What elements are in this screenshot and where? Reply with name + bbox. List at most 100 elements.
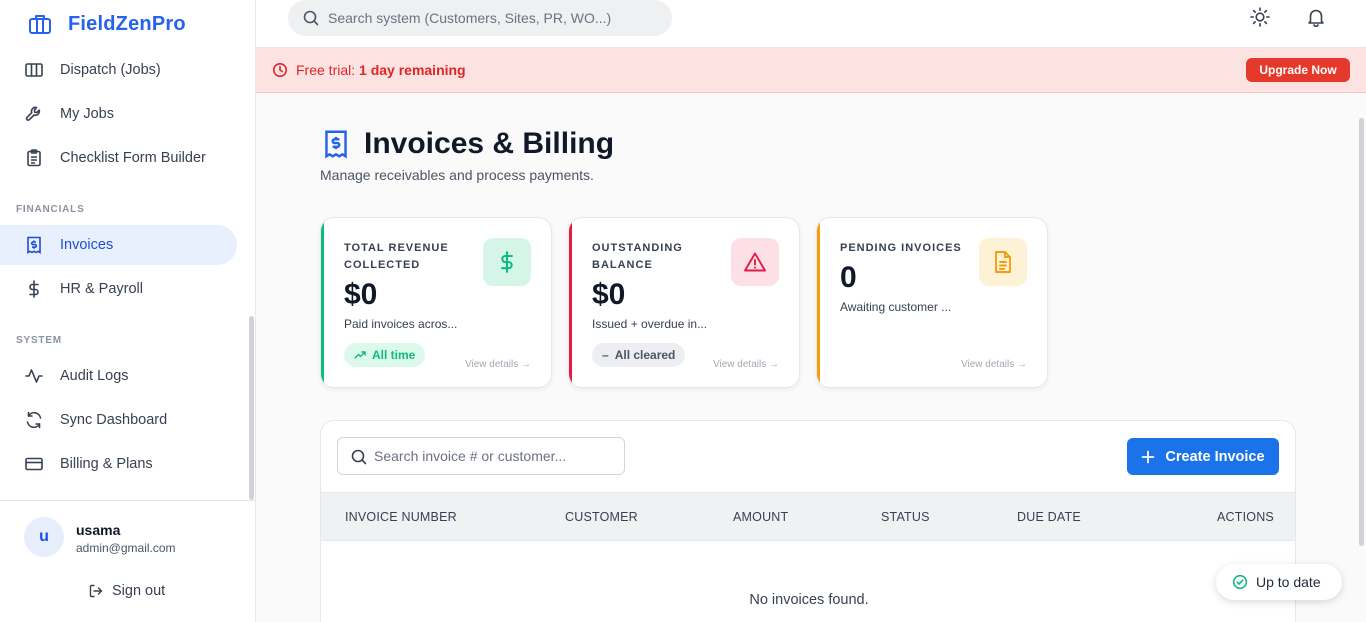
user-email: admin@gmail.com: [76, 541, 176, 555]
receipt-icon: [27, 236, 41, 254]
invoice-search-input[interactable]: Search invoice # or customer...: [337, 437, 625, 475]
sidebar-item-checklist[interactable]: Checklist Form Builder: [0, 138, 237, 178]
card-description: Issued + overdue in...: [592, 317, 708, 331]
credit-card-icon: [25, 457, 43, 471]
clock-icon: [273, 63, 287, 77]
avatar[interactable]: u: [24, 517, 64, 557]
card-label: PENDING INVOICES: [840, 242, 962, 254]
column-header-status[interactable]: STATUS: [881, 510, 930, 524]
section-label-system: SYSTEM: [16, 335, 62, 346]
column-header-amount[interactable]: AMOUNT: [733, 510, 788, 524]
sidebar-item-label: Audit Logs: [60, 368, 129, 384]
column-header-due-date[interactable]: DUE DATE: [1017, 510, 1081, 524]
sidebar-item-audit-logs[interactable]: Audit Logs: [0, 356, 237, 396]
trial-prefix: Free trial:: [296, 62, 360, 78]
sidebar-item-label: HR & Payroll: [60, 281, 143, 297]
dollar-icon: [29, 280, 39, 298]
sidebar-item-invoices[interactable]: Invoices: [0, 225, 237, 265]
section-label-financials: FINANCIALS: [16, 204, 85, 215]
stat-card-outstanding-balance: OUTSTANDING BALANCE $0 Issued + overdue …: [568, 217, 800, 388]
sidebar-item-label: My Jobs: [60, 106, 114, 122]
sidebar-item-label: Invoices: [60, 237, 114, 253]
view-details-link[interactable]: View details →: [713, 359, 779, 370]
page-subtitle: Manage receivables and process payments.: [320, 167, 594, 183]
card-accent: [569, 218, 572, 387]
empty-state-message: No invoices found.: [749, 592, 869, 608]
table-header: INVOICE NUMBER CUSTOMER AMOUNT STATUS DU…: [321, 492, 1295, 541]
global-search-input[interactable]: Search system (Customers, Sites, PR, WO.…: [288, 0, 672, 36]
trending-up-icon: [354, 351, 366, 359]
page-title: Invoices & Billing: [364, 127, 615, 160]
clipboard-icon: [27, 149, 41, 167]
card-value: $0: [592, 278, 626, 311]
brand-name: FieldZenPro: [68, 12, 186, 35]
minus-icon: –: [602, 348, 609, 362]
sign-out-label: Sign out: [112, 583, 166, 599]
column-header-actions: ACTIONS: [1217, 510, 1274, 524]
sidebar-scrollbar[interactable]: [249, 316, 254, 500]
card-icon-box: [979, 238, 1027, 286]
sun-icon[interactable]: [1249, 6, 1271, 28]
trial-remaining: 1 day remaining: [359, 62, 466, 78]
sidebar: FieldZenPro Dispatch (Jobs) My Jobs Chec…: [0, 0, 256, 622]
status-badge: – All cleared: [592, 343, 686, 367]
trial-banner: Free trial: 1 day remaining Upgrade Now: [256, 48, 1366, 93]
wrench-icon: [25, 106, 41, 121]
logout-icon: [89, 584, 103, 598]
sidebar-item-dispatch[interactable]: Dispatch (Jobs): [0, 50, 237, 90]
stat-card-total-revenue: TOTAL REVENUE COLLECTED $0 Paid invoices…: [320, 217, 552, 388]
search-icon: [351, 449, 367, 465]
topbar: Search system (Customers, Sites, PR, WO.…: [256, 0, 1366, 48]
global-search-placeholder: Search system (Customers, Sites, PR, WO.…: [328, 10, 612, 26]
briefcase-icon: [29, 15, 51, 34]
sync-status-pill[interactable]: Up to date: [1216, 564, 1342, 600]
main-scrollbar[interactable]: [1359, 118, 1364, 546]
badge-label: All time: [372, 348, 416, 362]
sidebar-item-label: Dispatch (Jobs): [60, 62, 161, 78]
bell-icon[interactable]: [1305, 6, 1327, 28]
page-header: Invoices & Billing: [322, 127, 614, 161]
create-invoice-button[interactable]: Create Invoice: [1127, 438, 1279, 475]
sidebar-item-label: Checklist Form Builder: [60, 150, 206, 166]
sidebar-item-sync-dashboard[interactable]: Sync Dashboard: [0, 400, 237, 440]
sidebar-item-label: Billing & Plans: [60, 456, 153, 472]
card-label: TOTAL REVENUE COLLECTED: [344, 242, 449, 271]
dollar-icon: [501, 251, 513, 273]
card-accent: [817, 218, 820, 387]
card-value: 0: [840, 261, 857, 294]
card-description: Awaiting customer ...: [840, 300, 952, 314]
column-header-invoice-number[interactable]: INVOICE NUMBER: [345, 510, 457, 524]
card-icon-box: [731, 238, 779, 286]
view-details-link[interactable]: View details →: [961, 359, 1027, 370]
sync-status-label: Up to date: [1256, 574, 1321, 590]
plus-icon: [1142, 450, 1155, 463]
card-description: Paid invoices acros...: [344, 317, 458, 331]
refresh-icon: [26, 411, 42, 429]
column-header-customer[interactable]: CUSTOMER: [565, 510, 638, 524]
view-details-link[interactable]: View details →: [465, 359, 531, 370]
card-icon-box: [483, 238, 531, 286]
upgrade-now-button[interactable]: Upgrade Now: [1246, 58, 1350, 82]
receipt-icon: [325, 130, 347, 159]
badge-label: All cleared: [614, 348, 676, 362]
invoices-table-panel: Search invoice # or customer... Create I…: [320, 420, 1296, 622]
stat-card-pending-invoices: PENDING INVOICES 0 Awaiting customer ...…: [816, 217, 1048, 388]
brand[interactable]: FieldZenPro: [28, 10, 186, 38]
search-icon: [303, 10, 319, 26]
user-name: usama: [76, 522, 121, 538]
columns-icon: [25, 63, 43, 77]
activity-icon: [25, 369, 43, 383]
card-label: OUTSTANDING BALANCE: [592, 242, 683, 271]
sidebar-item-my-jobs[interactable]: My Jobs: [0, 94, 237, 134]
document-icon: [995, 251, 1011, 273]
sidebar-item-hr-payroll[interactable]: HR & Payroll: [0, 269, 237, 309]
warning-icon: [744, 252, 766, 272]
user-block: u usama admin@gmail.com Sign out: [0, 500, 255, 622]
sidebar-item-billing-plans[interactable]: Billing & Plans: [0, 444, 237, 484]
status-badge: All time: [344, 343, 426, 367]
card-value: $0: [344, 278, 378, 311]
sidebar-item-label: Sync Dashboard: [60, 412, 168, 428]
sign-out-button[interactable]: Sign out: [88, 583, 165, 599]
invoice-search-placeholder: Search invoice # or customer...: [374, 448, 567, 464]
create-invoice-label: Create Invoice: [1165, 448, 1265, 465]
